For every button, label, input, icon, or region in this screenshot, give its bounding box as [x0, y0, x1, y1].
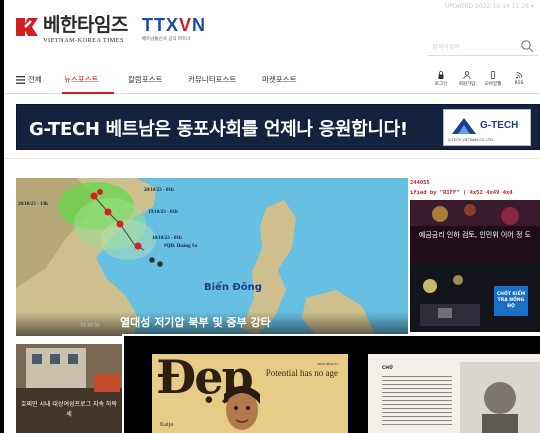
site-logo[interactable]: 베한타임즈 VIETNAM-KOREA TIMES — [14, 14, 128, 50]
ad-banner[interactable]: G-TECH 베트남은 동포사회를 언제나 응원합니다! G-TECH G-TE… — [16, 104, 540, 150]
ad-banner-logo: G-TECH G-TECH VIETNAM CO.,LTD. — [443, 109, 531, 146]
magazine-cover[interactable]: Đẹp TRUE BEAUTY Potential has no age Kai… — [152, 354, 348, 433]
magazine-popup[interactable]: Đẹp TRUE BEAUTY Potential has no age Kai… — [122, 334, 540, 433]
magazine-page-photo — [460, 362, 540, 433]
section-divider — [4, 158, 540, 159]
nav-all-label: 전체 — [28, 75, 42, 84]
checkpoint-sign-text: CHỐT KIỂM TRA NỒNG ĐỘ — [496, 292, 526, 309]
map-sea-label: Biển Đông — [204, 282, 262, 293]
side-article-card[interactable]: CHỐT KIỂM TRA NỒNG ĐỘ — [410, 262, 540, 332]
map-islands-label: #QĐ. Hoàng Sa — [164, 244, 198, 249]
nav-item-column[interactable]: 칼럼포스트 — [128, 74, 163, 85]
nav-item-news[interactable]: 뉴스포스트 — [64, 74, 99, 85]
update-info: UPDATED 2022-10-14 11:28 ▾ — [444, 3, 534, 10]
rss-label: RSS — [514, 81, 524, 86]
partner-tagline: 베트남통신사 공식 파트너 — [142, 37, 191, 42]
magazine-page[interactable]: CHỮ — [368, 354, 540, 433]
user-icon — [463, 71, 471, 79]
magazine-page-label: CHỮ — [382, 366, 393, 371]
logo-english-text: VIETNAM-KOREA TIMES — [43, 37, 124, 44]
map-timestamp: 20/10/23 - 13h — [18, 202, 48, 207]
side-article-title: 예금금리 인하 검토, 인민위 이어 정 도 — [418, 231, 532, 239]
login-link[interactable]: 로그인 — [430, 71, 452, 87]
ad-banner-text: G-TECH 베트남은 동포사회를 언제나 응원합니다! — [29, 119, 408, 140]
login-label: 로그인 — [434, 82, 448, 87]
magazine-bottom-text: Kaija — [160, 422, 173, 428]
ticker-line: ified by "RIFF" ( 4x52 4x49 4x4 — [410, 190, 513, 196]
nav-item-community[interactable]: 커뮤니티포스트 — [188, 74, 236, 85]
partner-logo[interactable]: TTXVN 베트남통신사 공식 파트너 — [142, 15, 207, 43]
nav-active-indicator — [62, 92, 114, 94]
nav-all-menu[interactable]: 전체 — [16, 74, 42, 85]
thumbnail-title: 호찌민 시내 대상여성프로그 지속 하락세 — [21, 401, 117, 418]
ad-logo-sub: G-TECH VIETNAM CO.,LTD. — [448, 138, 494, 142]
mobile-web-link[interactable]: 모바일웹 — [482, 71, 504, 87]
cover-portrait — [224, 386, 260, 430]
mobile-icon — [490, 71, 496, 79]
main-nav: 전체 뉴스포스트 칼럼포스트 커뮤니티포스트 마켓포스트 로그인 회원가입 모바… — [4, 66, 540, 94]
magazine-page-body — [382, 376, 452, 428]
search-input[interactable]: 검색어입력 — [432, 42, 460, 51]
signup-link[interactable]: 회원가입 — [456, 71, 478, 87]
featured-article[interactable]: 20/10/23 - 01h 20/10/23 - 13h 19/10/23 -… — [16, 178, 408, 336]
logo-korean-text: 베한타임즈 — [43, 14, 128, 36]
featured-headline[interactable]: 열대성 저기압 북부 및 중부 강타 — [120, 314, 271, 330]
map-timestamp: 20/10/23 - 01h — [144, 188, 174, 193]
hamburger-icon — [16, 75, 25, 84]
magazine-kicker: TRUE BEAUTY — [317, 362, 338, 366]
gtech-logo-icon — [452, 118, 476, 134]
side-article-card[interactable]: 예금금리 인하 검토, 인민위 이어 정 도 — [410, 200, 540, 262]
map-timestamp: 19/10/23 - 01h — [148, 210, 178, 215]
mobile-web-label: 모바일웹 — [484, 82, 502, 87]
article-thumbnail[interactable]: 호찌민 시내 대상여성프로그 지속 하락세 — [16, 344, 122, 433]
nav-item-market[interactable]: 마켓포스트 — [262, 74, 297, 85]
search-icon[interactable] — [520, 39, 534, 53]
ad-logo-word: G-TECH — [480, 120, 519, 131]
magazine-tagline: Potential has no age — [265, 368, 338, 378]
rss-icon — [516, 72, 523, 79]
signup-label: 회원가입 — [458, 82, 476, 87]
search-box[interactable]: 검색어입력 — [428, 38, 538, 56]
page: UPDATED 2022-10-14 11:28 ▾ 베한타임즈 VIETNAM… — [4, 0, 540, 433]
partner-logo-text: TTXVN — [142, 15, 207, 35]
ticker-line: 244055 — [410, 180, 430, 186]
logo-mark-icon — [14, 14, 40, 40]
map-timestamp: 18/10/23 - 01h — [152, 236, 182, 241]
rss-link[interactable]: RSS — [508, 71, 530, 86]
lock-icon — [438, 71, 444, 79]
